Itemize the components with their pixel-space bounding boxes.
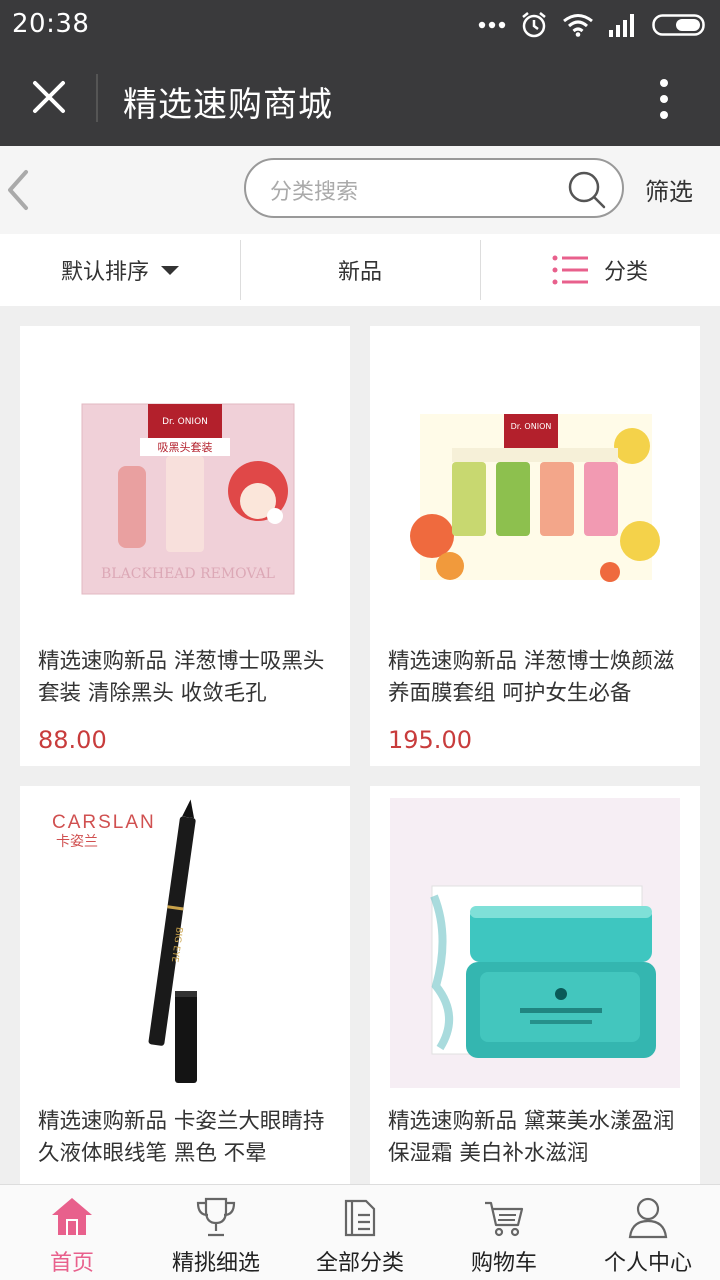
sort-tabs: 默认排序 新品 分类	[0, 234, 720, 306]
bottom-nav: 首页 精挑细选 全部分类 购物车 个人中心	[0, 1184, 720, 1280]
svg-text:Dr. ONION: Dr. ONION	[162, 417, 208, 427]
svg-text:CARSLAN: CARSLAN	[52, 812, 156, 833]
nav-label: 全部分类	[315, 1251, 404, 1276]
product-card[interactable]: Dr. ONION 吸黑头套装 BLACKHEAD REMOVAL 精选速购新品…	[20, 326, 350, 766]
search-input[interactable]: 分类搜索	[244, 158, 624, 218]
nav-label: 精挑细选	[171, 1251, 260, 1276]
search-icon[interactable]	[564, 168, 608, 212]
header-divider	[96, 74, 98, 122]
status-time: 20:38	[12, 9, 90, 39]
search-bar: 分类搜索 筛选	[0, 146, 720, 234]
caret-down-icon	[161, 265, 179, 275]
more-menu-icon[interactable]	[652, 78, 676, 120]
status-bar: 20:38	[0, 0, 720, 50]
tab-new[interactable]: 新品	[240, 234, 480, 306]
cart-icon	[485, 1201, 524, 1237]
tab-label: 新品	[337, 260, 382, 285]
product-card[interactable]: 精选速购新品 黛莱美水漾盈润保湿霜 美白补水滋润	[370, 786, 700, 1184]
product-name[interactable]: 精选速购新品 洋葱博士吸黑头套装 清除黑头 收敛毛孔	[38, 646, 338, 710]
eyeliner-image[interactable]: CARSLAN 卡姿兰 BIG EYE	[20, 786, 350, 1096]
tab-label: 默认排序	[60, 260, 149, 285]
nav-featured[interactable]: 精挑细选	[144, 1185, 288, 1280]
nav-home[interactable]: 首页	[0, 1185, 144, 1280]
back-chevron-icon[interactable]	[4, 168, 32, 212]
blackhead-kit-image[interactable]: Dr. ONION 吸黑头套装 BLACKHEAD REMOVAL	[20, 326, 350, 636]
battery-icon	[652, 14, 705, 36]
close-icon[interactable]	[26, 74, 72, 120]
trophy-icon	[196, 1197, 236, 1237]
home-icon	[52, 1198, 92, 1235]
product-name[interactable]: 精选速购新品 卡姿兰大眼睛持久液体眼线笔 黑色 不晕	[38, 1106, 338, 1170]
product-price: 88.00	[38, 726, 107, 754]
signal-icon	[609, 14, 634, 37]
status-icons	[478, 10, 708, 40]
svg-text:卡姿兰: 卡姿兰	[56, 834, 98, 850]
list-icon	[552, 255, 588, 285]
nav-cart[interactable]: 购物车	[432, 1185, 576, 1280]
page-title: 精选速购商城	[123, 85, 333, 125]
product-card[interactable]: Dr. ONION 精选速购新品 洋葱博士焕颜滋养面膜套组 呵护女生必备 195…	[370, 326, 700, 766]
svg-text:Dr. ONION: Dr. ONION	[511, 422, 552, 431]
nav-profile[interactable]: 个人中心	[576, 1185, 720, 1280]
more-notifications-icon	[478, 21, 506, 29]
nav-label: 首页	[49, 1251, 94, 1276]
user-icon	[628, 1197, 668, 1239]
product-price: 195.00	[388, 726, 472, 754]
nav-categories[interactable]: 全部分类	[288, 1185, 432, 1280]
product-name[interactable]: 精选速购新品 洋葱博士焕颜滋养面膜套组 呵护女生必备	[388, 646, 688, 710]
category-icon	[344, 1199, 376, 1237]
alarm-icon	[522, 12, 546, 38]
nav-label: 购物车	[470, 1251, 537, 1276]
filter-button[interactable]: 筛选	[645, 172, 693, 207]
svg-text:吸黑头套装: 吸黑头套装	[158, 441, 213, 454]
nav-label: 个人中心	[603, 1251, 692, 1276]
svg-text:BLACKHEAD REMOVAL: BLACKHEAD REMOVAL	[101, 566, 275, 582]
tab-category[interactable]: 分类	[480, 234, 720, 306]
app-header: 精选速购商城	[0, 50, 720, 146]
tab-default-sort[interactable]: 默认排序	[0, 234, 240, 306]
product-card[interactable]: CARSLAN 卡姿兰 BIG EYE 精选速购新品 卡姿兰大眼睛持久液体眼线笔…	[20, 786, 350, 1184]
cream-jar-image[interactable]	[370, 786, 700, 1096]
mask-set-image[interactable]: Dr. ONION	[370, 326, 700, 636]
search-placeholder: 分类搜索	[270, 180, 359, 205]
tab-label: 分类	[603, 260, 648, 285]
product-name[interactable]: 精选速购新品 黛莱美水漾盈润保湿霜 美白补水滋润	[388, 1106, 688, 1170]
wifi-icon	[563, 14, 593, 37]
